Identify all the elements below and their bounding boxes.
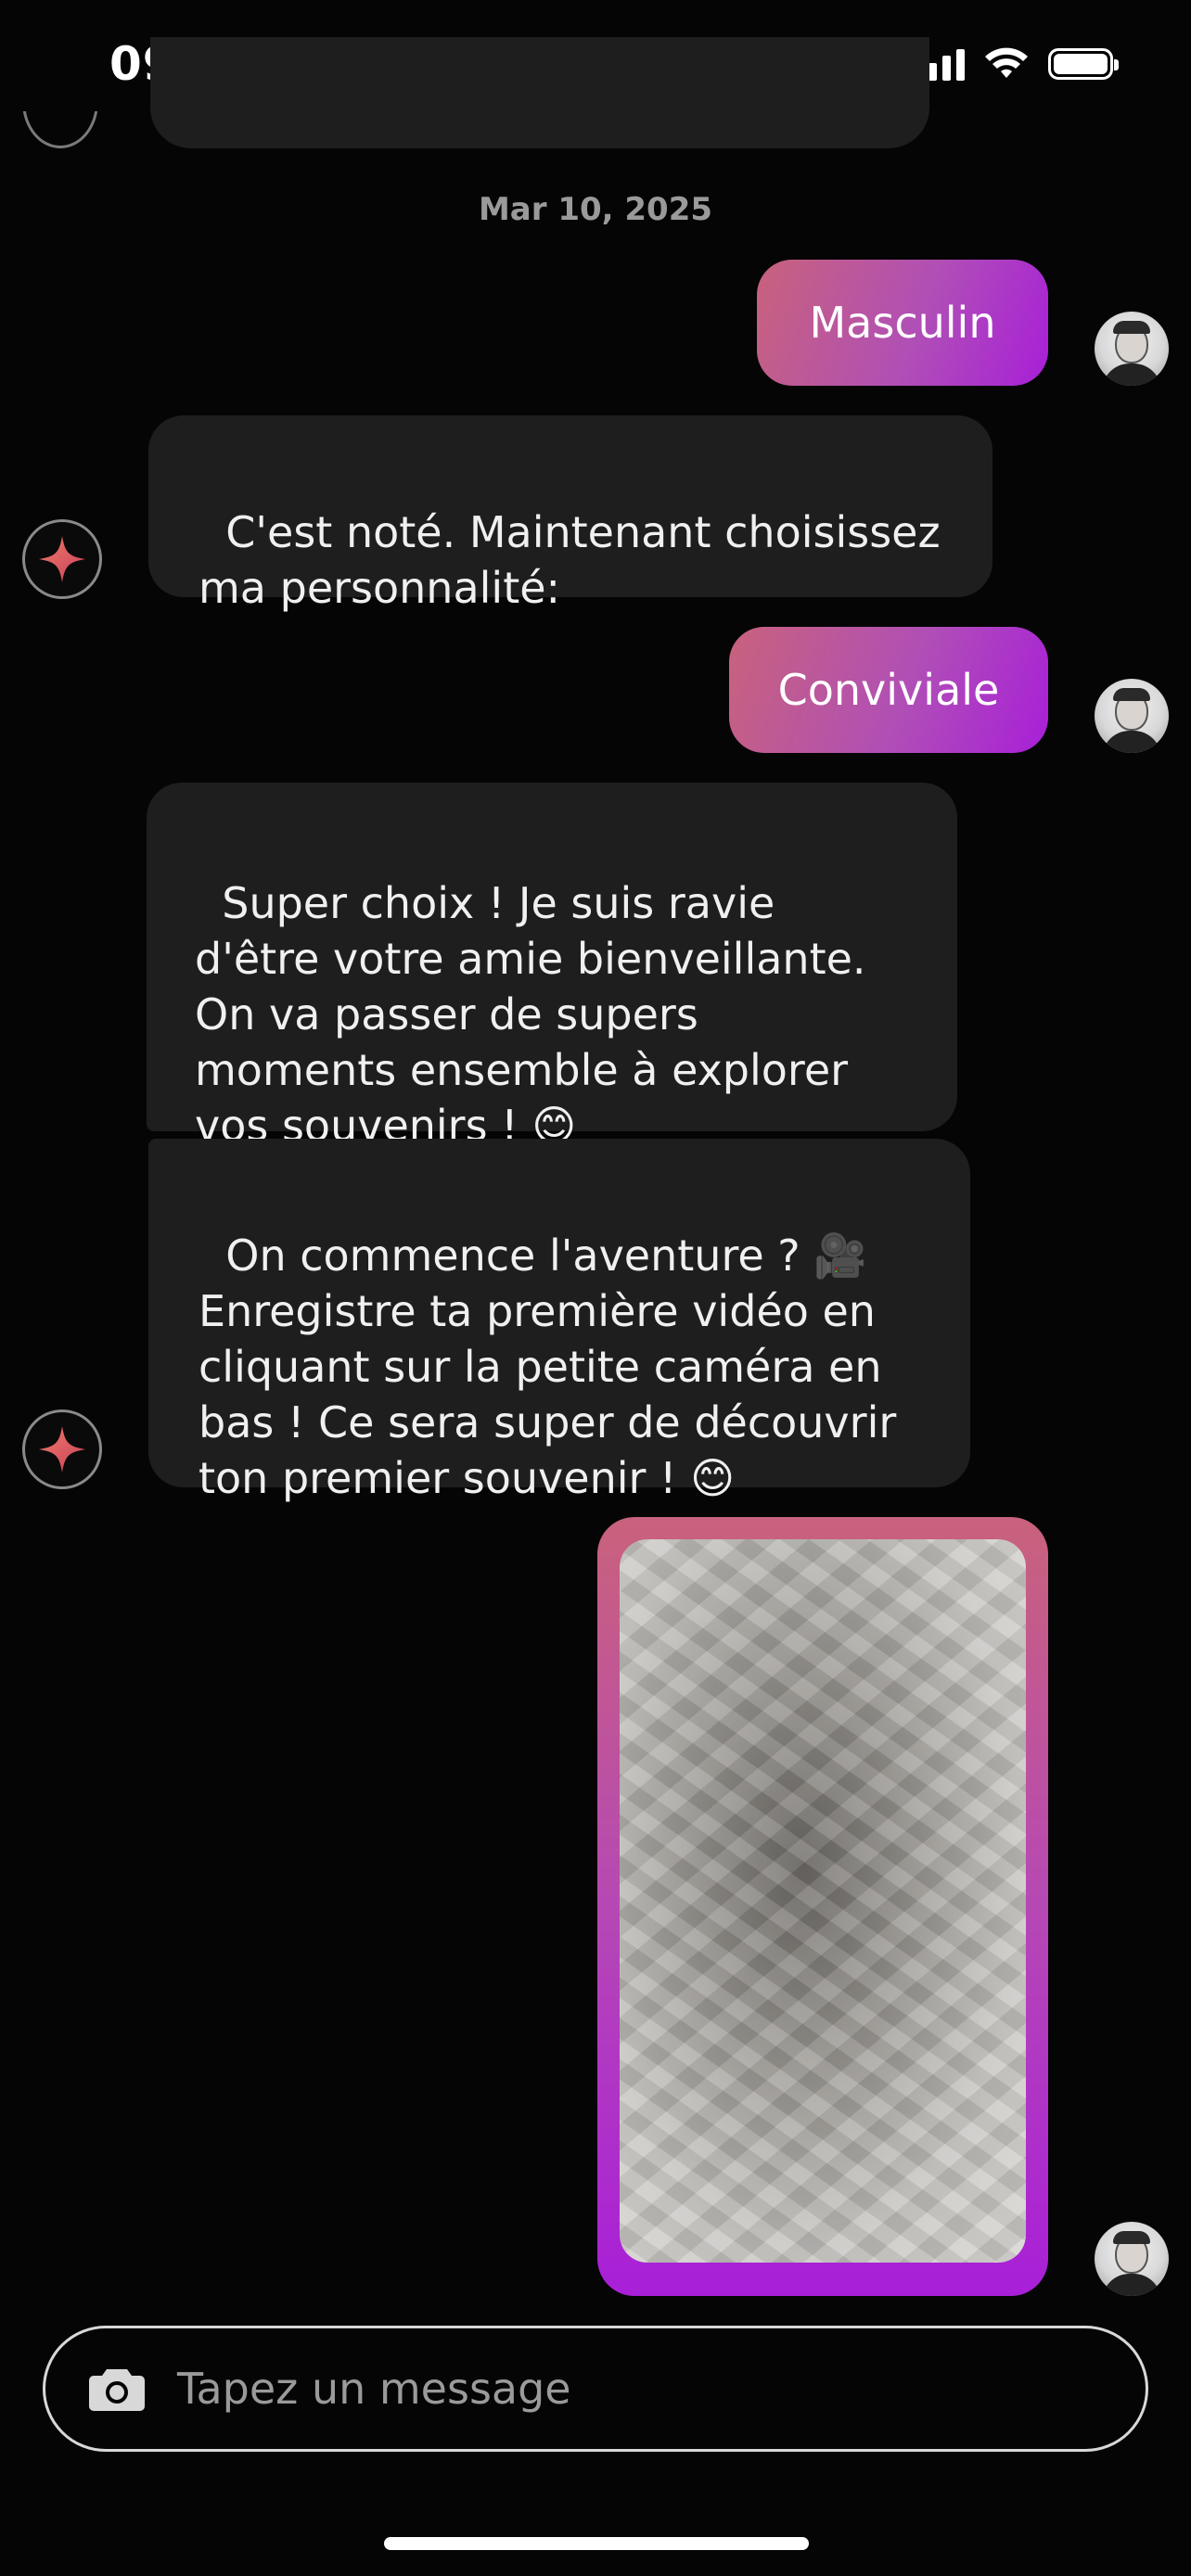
date-divider: Mar 10, 2025 [478,191,713,228]
camera-icon[interactable] [88,2367,146,2411]
message-input-bar[interactable]: Tapez un message [43,2326,1148,2452]
message-text: C'est noté. Maintenant choisissez ma per… [198,507,954,613]
status-icons [915,46,1119,82]
sparkle-icon [39,536,85,582]
user-message-bubble[interactable]: Masculin [757,260,1048,386]
message-input[interactable]: Tapez un message [177,2364,571,2414]
message-text: Conviviale [777,665,1000,715]
video-thumbnail[interactable] [620,1539,1026,2263]
previous-message-bubble-partial [150,37,929,148]
assistant-message-bubble[interactable]: Super choix ! Je suis ravie d'être votre… [147,783,957,1151]
battery-icon [1048,48,1119,80]
user-message-bubble[interactable]: Conviviale [729,627,1048,753]
assistant-message-bubble[interactable]: On commence l'aventure ? 🎥 Enregistre ta… [148,1139,970,1503]
message-text: Masculin [809,298,996,348]
user-avatar [1095,312,1169,386]
assistant-message-bubble[interactable]: C'est noté. Maintenant choisissez ma per… [148,415,992,613]
message-text: On commence l'aventure ? 🎥 Enregistre ta… [198,1231,910,1503]
message-text: Super choix ! Je suis ravie d'être votre… [195,878,880,1151]
assistant-avatar [22,1409,102,1489]
user-avatar [1095,679,1169,753]
assistant-avatar [22,519,102,599]
home-indicator[interactable] [384,2537,809,2550]
wifi-icon [985,47,1028,78]
user-video-message[interactable] [597,1517,1048,2296]
sparkle-icon [39,1426,85,1473]
user-avatar [1095,2222,1169,2296]
